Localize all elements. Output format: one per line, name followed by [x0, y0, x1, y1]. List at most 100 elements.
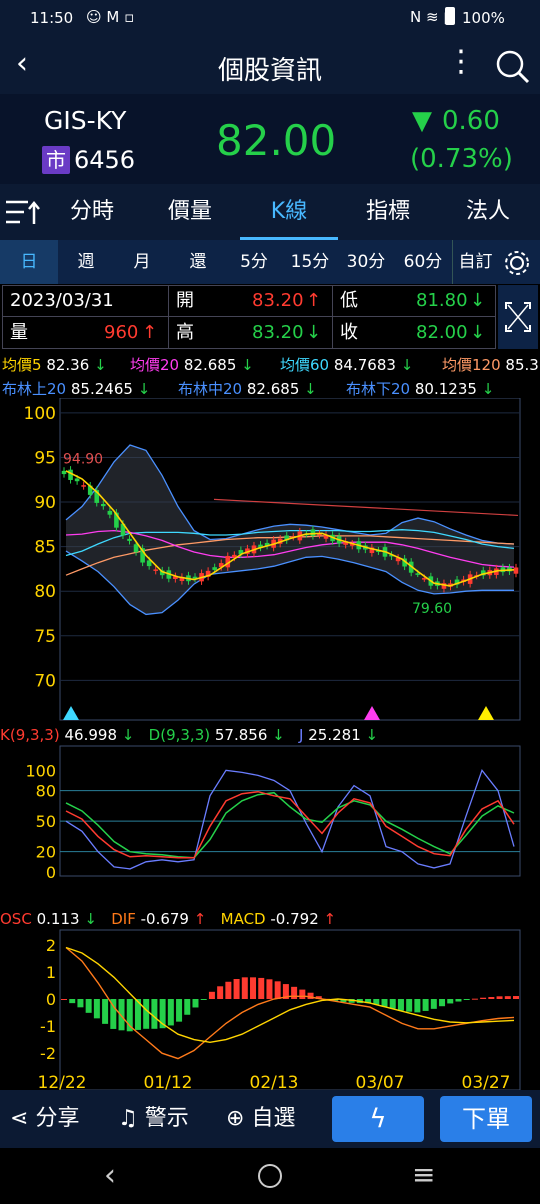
ma-legend: 均價5 82.36 ↓ 均價20 82.685 ↓ 均價60 84.7683 ↓…	[0, 350, 540, 398]
fullscreen-button[interactable]	[498, 285, 538, 349]
close-value: 82.00	[416, 322, 468, 343]
kline-chart-area[interactable]: 100 95 90 85 80 75 70 94.90 79.60 100 80 50 20 0 2 1 0 -1…	[0, 397, 540, 1093]
kline-chart[interactable]: 10095908580757094.9079.601008050200210-1…	[0, 397, 540, 1093]
low-value: 81.80	[416, 290, 468, 311]
period-60min[interactable]: 60分	[394, 240, 452, 284]
osc-bar	[225, 981, 232, 999]
period-selector: 日 週 月 還 5分 15分 30分 60分 自訂	[0, 240, 540, 284]
share-button[interactable]: ⋖ 分享	[10, 1102, 79, 1136]
market-badge: 市	[42, 146, 70, 174]
osc-bar	[176, 999, 183, 1022]
macd-axis-label: 1	[46, 963, 56, 982]
osc-bar	[93, 999, 100, 1019]
candle-body	[101, 504, 106, 507]
high-annotation: 94.90	[63, 451, 103, 467]
candle-body	[513, 567, 519, 574]
tab-kline[interactable]: K線	[240, 184, 338, 240]
osc-bar	[406, 999, 413, 1012]
expand-icon	[505, 302, 531, 332]
down-triangle-icon: ▼	[412, 106, 432, 136]
alert-button[interactable]: ♫ 警示	[118, 1102, 189, 1136]
up-arrow-icon: ↑	[142, 322, 158, 343]
osc-bar	[151, 999, 158, 1029]
nav-home-icon[interactable]	[258, 1164, 282, 1188]
osc-bar	[77, 999, 84, 1008]
tab-bar: 分時 價量 K線 指標 法人	[0, 184, 540, 240]
osc-bar	[192, 999, 199, 1008]
osc-bar	[241, 977, 248, 999]
kd-axis-label: 50	[36, 812, 56, 831]
tab-price-volume[interactable]: 價量	[148, 184, 232, 240]
low-annotation: 79.60	[412, 601, 452, 617]
osc-bar	[233, 979, 240, 999]
down-arrow-icon: ↓	[470, 322, 486, 343]
candle-body	[421, 578, 427, 580]
settings-gear-icon[interactable]	[502, 248, 532, 278]
bell-icon: ♫	[118, 1106, 138, 1131]
date-axis-label: 02/13	[250, 1073, 299, 1090]
more-menu-icon[interactable]: ⋮	[446, 44, 476, 80]
bollinger-band-fill	[66, 445, 514, 615]
ohlc-divider	[168, 285, 169, 349]
nav-recents-icon[interactable]: ≡	[412, 1160, 435, 1190]
sort-menu-icon[interactable]	[4, 196, 40, 228]
candle-body	[74, 478, 80, 482]
ma-legend-item: 均價20 82.685 ↓	[130, 356, 254, 374]
osc-bar	[118, 999, 125, 1031]
ohlc-panel: 2023/03/31 開 83.20 ↑ 低 81.80 ↓ 量 960 ↑ 高…	[0, 284, 540, 350]
period-month[interactable]: 月	[114, 240, 170, 284]
osc-bar	[250, 977, 257, 999]
osc-bar	[414, 999, 421, 1013]
watchlist-button[interactable]: ⊕ 自選	[226, 1102, 295, 1136]
period-week[interactable]: 週	[58, 240, 114, 284]
tab-institutional[interactable]: 法人	[446, 184, 530, 240]
date-axis-label: 03/07	[356, 1073, 405, 1090]
tab-indicators[interactable]: 指標	[346, 184, 430, 240]
period-5min[interactable]: 5分	[226, 240, 282, 284]
volume-value: 960	[104, 322, 139, 343]
osc-bar	[167, 999, 174, 1026]
search-icon[interactable]	[494, 48, 530, 84]
candle-body	[133, 544, 139, 553]
j-line	[65, 768, 515, 870]
quick-order-button[interactable]: ϟ	[332, 1096, 424, 1142]
nav-back-icon[interactable]: ‹	[104, 1158, 116, 1193]
bb-legend-item: 布林下20 80.1235 ↓	[346, 380, 495, 398]
kd-axis-label: 100	[25, 761, 56, 780]
kd-legend: K(9,3,3) 46.998 ↓ D(9,3,3) 57.856 ↓ J 25…	[0, 726, 379, 744]
high-label: 高	[176, 322, 194, 343]
osc-bar	[488, 997, 495, 999]
candle-body	[310, 529, 316, 537]
osc-bar	[299, 989, 306, 999]
osc-bar	[291, 986, 298, 999]
place-order-button[interactable]: 下單	[440, 1096, 532, 1142]
bb-legend-item: 布林中20 82.685 ↓	[178, 380, 317, 398]
period-15min[interactable]: 15分	[282, 240, 338, 284]
candle-body	[81, 485, 86, 487]
dif-line	[65, 946, 515, 1060]
price-axis-label: 95	[34, 448, 56, 468]
ohlc-date: 2023/03/31	[10, 290, 114, 311]
candle-body	[212, 567, 217, 570]
app-notification-icon: ☺ M ▫	[86, 8, 135, 26]
period-custom[interactable]: 自訂	[452, 240, 498, 284]
period-adjusted[interactable]: 還	[170, 240, 226, 284]
price-axis-label: 70	[34, 671, 56, 691]
share-icon: ⋖	[10, 1106, 29, 1131]
price-axis-label: 85	[34, 538, 56, 558]
status-time: 11:50	[30, 9, 74, 27]
osc-bar	[447, 999, 454, 1004]
price-axis-label: 75	[34, 627, 56, 647]
stock-name: GIS-KY	[44, 106, 127, 135]
tab-intraday[interactable]: 分時	[50, 184, 134, 240]
candle-body	[107, 510, 113, 515]
kd-axis-label: 0	[46, 863, 56, 882]
osc-bar	[463, 999, 470, 1000]
period-day[interactable]: 日	[0, 240, 58, 284]
macd-axis-label: -1	[40, 1017, 56, 1036]
date-axis-label: 03/27	[462, 1073, 511, 1090]
open-value: 83.20	[252, 290, 304, 311]
down-arrow-icon: ↓	[306, 322, 322, 343]
period-30min[interactable]: 30分	[338, 240, 394, 284]
price-change-percent: (0.73%)	[410, 144, 513, 174]
